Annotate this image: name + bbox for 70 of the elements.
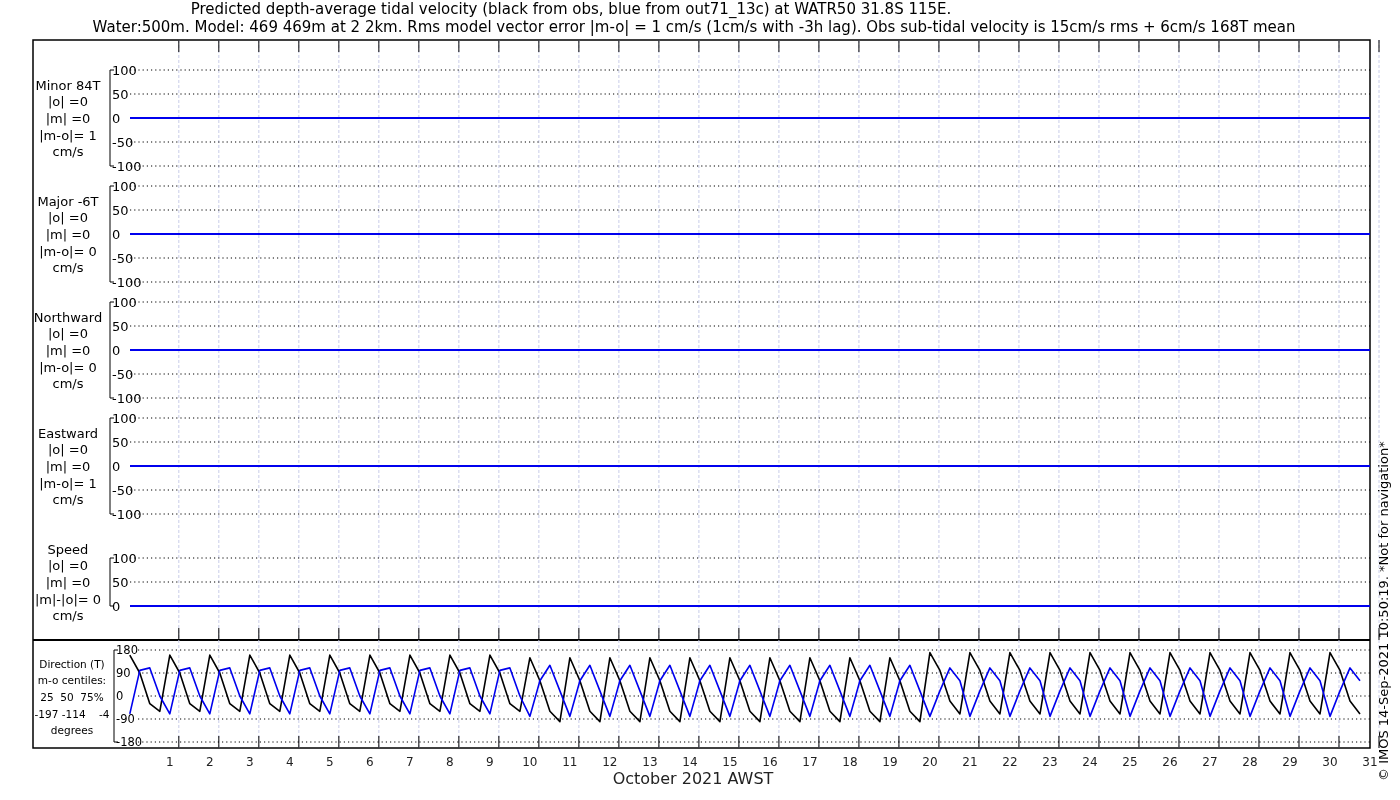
axis-tick-label: 10 <box>522 755 538 769</box>
axis-tick-label: 0 <box>112 227 121 242</box>
axis-tick-label: -90 <box>116 712 135 726</box>
axis-tick-label: 13 <box>642 755 658 769</box>
axis-tick-label: 23 <box>1042 755 1058 769</box>
axis-tick-label: 27 <box>1202 755 1218 769</box>
axis-tick-label: -50 <box>112 483 134 498</box>
axis-tick-label: 0 <box>112 459 121 474</box>
axis-tick-label: 0 <box>116 689 124 703</box>
y-axis <box>109 557 115 607</box>
axis-tick-label: -50 <box>112 251 134 266</box>
axis-tick-label: -50 <box>112 367 134 382</box>
axis-tick-label: 1 <box>166 755 174 769</box>
axis-tick-label: 17 <box>802 755 818 769</box>
panel-label: Minor 84T |o| =0 |m| =0 |m-o|= 1 cm/s <box>35 77 101 160</box>
axis-tick-label: 0 <box>112 343 121 358</box>
axis-tick-label: 2 <box>206 755 214 769</box>
axis-tick-label: 9 <box>486 755 494 769</box>
axis-tick-label: 30 <box>1322 755 1338 769</box>
axis-tick-label: 16 <box>762 755 778 769</box>
panel-label: Northward |o| =0 |m| =0 |m-o|= 0 cm/s <box>33 309 103 392</box>
axis-tick-label: 3 <box>246 755 254 769</box>
axis-tick-label: 29 <box>1282 755 1298 769</box>
panel-label: Eastward |o| =0 |m| =0 |m-o|= 1 cm/s <box>38 425 98 508</box>
axis-tick-label: 100 <box>112 63 137 78</box>
axis-tick-label: 31 <box>1362 755 1378 769</box>
panel-label: Direction (T) m-o centiles: 25 50 75% -197 -114 -4 degrees <box>34 657 110 737</box>
axis-tick-label: 90 <box>116 666 131 680</box>
axis-tick-label: -50 <box>112 135 134 150</box>
axis-tick-label: 50 <box>112 203 129 218</box>
axis-tick-label: 28 <box>1242 755 1258 769</box>
axis-tick-label: 11 <box>562 755 578 769</box>
axis-tick-label: 8 <box>446 755 454 769</box>
axis-tick-label: 50 <box>112 575 129 590</box>
axis-tick-label: 21 <box>962 755 978 769</box>
axis-tick-label: 22 <box>1002 755 1018 769</box>
axis-tick-label: 12 <box>602 755 618 769</box>
axis-tick-label: 18 <box>842 755 858 769</box>
chart-title: Predicted depth-average tidal velocity (black from obs, blue from out71_13c) at WATR50 31.8S 115E. <box>190 0 952 18</box>
axis-tick-label: 100 <box>112 551 137 566</box>
axis-tick-label: 0 <box>112 599 121 614</box>
axis-tick-label: 20 <box>922 755 938 769</box>
panel-label: Major -6T |o| =0 |m| =0 |m-o|= 0 cm/s <box>37 193 99 276</box>
axis-tick-label: 50 <box>112 435 129 450</box>
axis-tick-label: 7 <box>406 755 414 769</box>
axis-tick-label: -180 <box>116 735 143 749</box>
axis-tick-label: 19 <box>882 755 898 769</box>
axis-tick-label: 50 <box>112 319 129 334</box>
axis-tick-label: 100 <box>112 295 137 310</box>
axis-tick-label: 180 <box>116 643 138 657</box>
axis-tick-label: -100 <box>112 275 142 290</box>
axis-tick-label: -100 <box>112 507 142 522</box>
credit-text: © IMOS 14-Sep-2021 10:50:19. *Not for navigation* <box>1376 441 1391 781</box>
axis-tick-label: 14 <box>682 755 698 769</box>
axis-tick-label: 100 <box>112 411 137 426</box>
axis-tick-label: 15 <box>722 755 738 769</box>
axis-tick-label: 5 <box>326 755 334 769</box>
axis-tick-label: -100 <box>112 391 142 406</box>
axis-tick-label: -100 <box>112 159 142 174</box>
chart-title: Water:500m. Model: 469 469m at 2 2km. Rms model vector error |m-o| = 1 cm/s (1cm/s with -3h lag). Obs sub-tidal velocity is 15cm/s rms + 6cm/s 168T mean <box>92 18 1296 36</box>
axis-tick-label: 6 <box>366 755 374 769</box>
axis-tick-label: 25 <box>1122 755 1138 769</box>
axis-tick-label: 0 <box>112 111 121 126</box>
axis-tick-label: 100 <box>112 179 137 194</box>
axis-tick-label: 24 <box>1082 755 1098 769</box>
axis-tick-label: 50 <box>112 87 129 102</box>
axis-tick-label: 4 <box>286 755 294 769</box>
axis-title: October 2021 AWST <box>612 769 774 788</box>
panel-label: Speed |o| =0 |m| =0 |m|-|o|= 0 cm/s <box>34 541 102 624</box>
axis-tick-label: 26 <box>1162 755 1178 769</box>
